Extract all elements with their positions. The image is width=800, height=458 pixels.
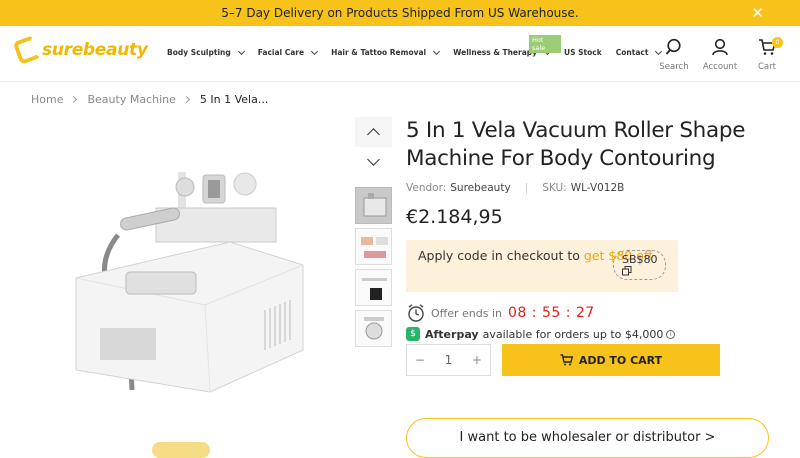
cart-icon xyxy=(560,354,573,366)
product-thumbnail[interactable] xyxy=(355,310,392,347)
quantity-increase-button[interactable]: + xyxy=(472,353,482,367)
afterpay-info: $ Afterpay available for orders up to $4… xyxy=(406,327,676,341)
account-label: Account xyxy=(702,62,738,72)
chevron-down-icon xyxy=(433,47,441,55)
coupon-code: SB$80 xyxy=(622,253,658,266)
sku-label: SKU: xyxy=(542,182,567,194)
announcement-bar: 5–7 Day Delivery on Products Shipped Fro… xyxy=(0,0,800,26)
offer-countdown: Offer ends in 08 : 55 : 27 xyxy=(406,303,595,323)
cart-button[interactable]: 0 Cart xyxy=(747,37,787,72)
breadcrumb-home[interactable]: Home xyxy=(31,93,63,106)
afterpay-text: available for orders up to $4,000 xyxy=(482,327,664,341)
offer-label: Offer ends in xyxy=(431,306,503,320)
nav-facial-care[interactable]: Facial Care xyxy=(257,47,319,57)
chevron-right-icon xyxy=(182,95,190,104)
copy-icon xyxy=(622,266,632,276)
search-button[interactable]: Search xyxy=(654,38,694,72)
nav-body-sculpting[interactable]: Body Sculpting xyxy=(167,47,245,57)
add-to-cart-button[interactable]: ADD TO CART xyxy=(502,344,720,376)
nav-label: US Stock xyxy=(564,48,602,57)
announcement-text: 5–7 Day Delivery on Products Shipped Fro… xyxy=(221,6,579,20)
vendor-value[interactable]: Surebeauty xyxy=(450,182,510,194)
search-label: Search xyxy=(659,62,689,72)
chevron-up-icon xyxy=(367,128,380,141)
meta-divider: | xyxy=(524,182,529,194)
main-nav: Body Sculpting Facial Care Hair & Tattoo… xyxy=(167,47,675,57)
nav-label: Hair & Tattoo Removal xyxy=(331,48,427,57)
nav-us-stock[interactable]: US Stock xyxy=(564,48,602,57)
wholesale-button[interactable]: I want to be wholesaler or distributor > xyxy=(406,418,769,458)
search-icon xyxy=(665,38,681,55)
chevron-down-icon xyxy=(237,47,245,55)
nav-label: Contact xyxy=(615,48,649,57)
thumb-prev-button[interactable] xyxy=(355,117,392,147)
thumb-next-button[interactable] xyxy=(355,147,392,177)
site-logo[interactable]: surebeauty xyxy=(12,34,148,66)
product-image[interactable] xyxy=(60,160,320,400)
sku-value: WL-V012B xyxy=(570,182,625,194)
nav-hair-tattoo-removal[interactable]: Hair & Tattoo Removal xyxy=(331,47,441,57)
nav-label: Wellness & Therapy xyxy=(453,48,538,57)
product-thumbnail[interactable] xyxy=(355,269,392,306)
logo-icon xyxy=(12,34,42,66)
quantity-stepper: − 1 + xyxy=(406,344,491,376)
info-icon[interactable]: i xyxy=(666,329,676,339)
close-icon[interactable]: ✕ xyxy=(751,4,764,22)
breadcrumb: Home Beauty Machine 5 In 1 Vela... xyxy=(31,93,268,106)
nav-label: Facial Care xyxy=(257,48,305,57)
thumbnail-strip xyxy=(355,117,392,347)
logo-text: surebeauty xyxy=(42,40,148,60)
image-badge xyxy=(152,442,210,458)
cart-label: Cart xyxy=(758,62,776,72)
quantity-decrease-button[interactable]: − xyxy=(415,353,425,367)
countdown-timer: 08 : 55 : 27 xyxy=(508,305,595,321)
user-icon xyxy=(712,38,728,56)
afterpay-icon: $ xyxy=(406,327,420,341)
product-price: €2.184,95 xyxy=(406,206,503,228)
cart-count-badge: 0 xyxy=(772,37,783,48)
chevron-down-icon xyxy=(311,47,319,55)
breadcrumb-current: 5 In 1 Vela... xyxy=(199,93,269,106)
nav-label: Body Sculpting xyxy=(167,48,231,57)
promo-text: Apply code in checkout to xyxy=(418,248,580,263)
vendor-label: Vendor: xyxy=(406,182,447,194)
account-button[interactable]: Account xyxy=(700,38,740,72)
afterpay-name: Afterpay xyxy=(425,327,479,341)
add-to-cart-label: ADD TO CART xyxy=(578,353,663,367)
chevron-right-icon xyxy=(70,95,78,104)
product-thumbnail[interactable] xyxy=(355,187,392,224)
breadcrumb-category[interactable]: Beauty Machine xyxy=(87,93,175,106)
promo-box: Apply code in checkout to get $80 off SB… xyxy=(406,240,678,292)
quantity-value[interactable]: 1 xyxy=(445,353,453,367)
site-header: surebeauty Body Sculpting Facial Care Ha… xyxy=(0,26,800,82)
coupon-code-button[interactable]: SB$80 xyxy=(613,250,666,280)
product-title: 5 In 1 Vela Vacuum Roller Shape Machine … xyxy=(406,118,746,171)
product-meta: Vendor: Surebeauty | SKU: WL-V012B xyxy=(406,182,624,194)
product-thumbnail[interactable] xyxy=(355,228,392,265)
hot-sale-badge: Hot sale xyxy=(529,35,561,53)
chevron-down-icon xyxy=(367,153,380,166)
alarm-clock-icon xyxy=(408,304,424,322)
